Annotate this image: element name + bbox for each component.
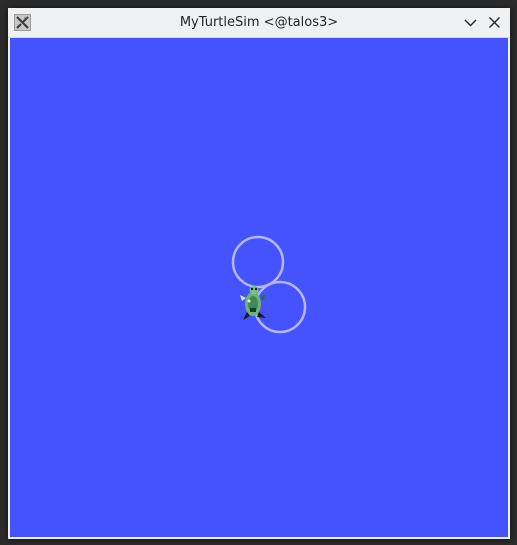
close-icon <box>489 17 500 28</box>
app-window: MyTurtleSim <@talos3> <box>0 0 517 545</box>
chevron-down-icon <box>464 19 477 27</box>
minimize-button[interactable] <box>462 14 479 31</box>
window-frame: MyTurtleSim <@talos3> <box>8 8 510 539</box>
x11-app-icon[interactable] <box>14 14 31 31</box>
close-button[interactable] <box>486 14 503 31</box>
window-title: MyTurtleSim <@talos3> <box>179 15 339 30</box>
title-bar[interactable]: MyTurtleSim <@talos3> <box>8 8 510 38</box>
turtle-canvas[interactable] <box>10 38 508 537</box>
